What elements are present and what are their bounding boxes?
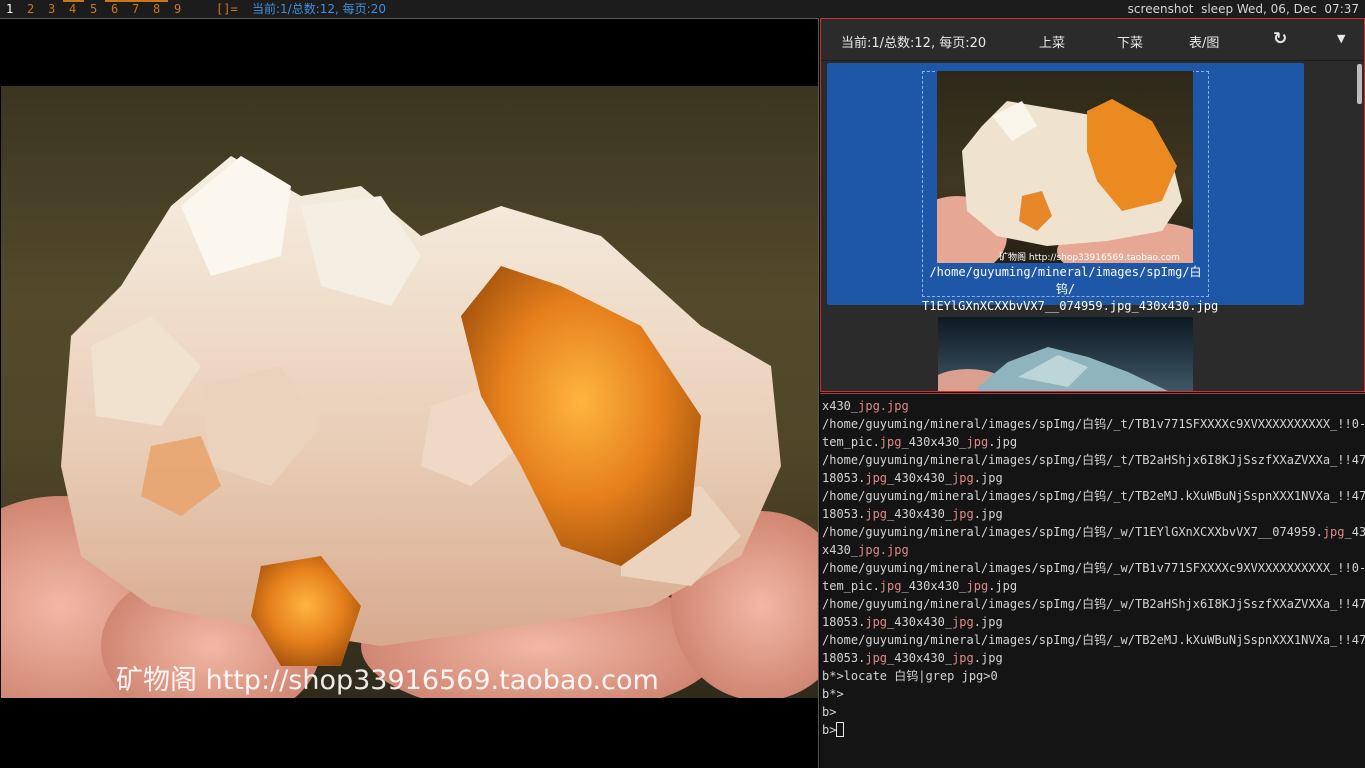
workspace-tag-7[interactable]: 7: [126, 0, 147, 18]
terminal-line: /home/guyuming/mineral/images/spImg/白钨/_…: [822, 415, 1365, 433]
thumbnail-photo: 矿物阁 http://shop33916569.taobao.com: [937, 99, 1193, 263]
terminal-text: 18053.: [822, 615, 866, 629]
terminal-text: x430_: [822, 543, 859, 557]
terminal-text: _430x430_jpg.jpg: [901, 435, 1018, 449]
terminal-text: b*>locate 白钨|grep jpg>0: [822, 669, 998, 683]
thumbnail-watermark: 矿物阁 http://shop33916569.taobao.com: [999, 251, 1180, 263]
workspace-tag-3[interactable]: 3: [42, 0, 63, 18]
terminal-text: /home/guyuming/mineral/images/spImg/白钨/_…: [822, 561, 1365, 575]
thumbnail-list[interactable]: 矿物阁 http://shop33916569.taobao.com /home…: [821, 62, 1364, 391]
terminal-text: tem_pic.: [822, 435, 880, 449]
gallery-window[interactable]: 当前:1/总数:12, 每页:20 上菜 下菜 表/图 ↻ ▼ 矿物阁 http…: [820, 18, 1365, 392]
view-toggle-button[interactable]: 表/图: [1189, 32, 1219, 51]
terminal-text: tem_pic.: [822, 579, 880, 593]
terminal-line: tem_pic.jpg_430x430_jpg.jpg: [822, 577, 1365, 595]
terminal-text: _430x430_jpg.jpg: [901, 579, 1018, 593]
grep-match: jpg: [865, 651, 888, 665]
terminal-line: x430_jpg.jpg: [822, 541, 1365, 559]
status-bar: 123456789 []= 当前:1/总数:12, 每页:20 screensh…: [0, 0, 1365, 18]
workspace-tag-9[interactable]: 9: [168, 0, 189, 18]
workspace-tag-8[interactable]: 8: [147, 0, 168, 18]
terminal-text: _430: [1344, 525, 1365, 539]
caption-line-1: /home/guyuming/mineral/images/spImg/白钨/: [929, 265, 1202, 296]
terminal-text: 18053.: [822, 507, 866, 521]
grep-match: jpg.jpg: [858, 399, 909, 413]
terminal-text: 18053.: [822, 651, 866, 665]
text-cursor[interactable]: [836, 722, 845, 737]
terminal-text: _430x430_jpg.jpg: [887, 615, 1003, 629]
mineral-photo: 矿物阁 http://shop33916569.taobao.com: [1, 86, 818, 698]
terminal-text: /home/guyuming/mineral/images/spImg/白钨/_…: [822, 597, 1365, 611]
terminal-text: _430x430_jpg.jpg: [887, 471, 1003, 485]
focused-window-title: 当前:1/总数:12, 每页:20: [252, 2, 386, 16]
terminal-text: b>: [822, 705, 837, 719]
terminal-line: /home/guyuming/mineral/images/spImg/白钨/_…: [822, 523, 1365, 541]
workspace-tag-1[interactable]: 1: [0, 0, 21, 18]
terminal-window[interactable]: x430_jpg.jpg/home/guyuming/mineral/image…: [820, 393, 1365, 768]
thumbnail-item-selected[interactable]: 矿物阁 http://shop33916569.taobao.com /home…: [827, 63, 1304, 313]
layout-indicator[interactable]: []=: [216, 0, 238, 18]
gallery-toolbar: 当前:1/总数:12, 每页:20 上菜 下菜 表/图 ↻ ▼: [821, 19, 1364, 61]
grep-match: jpg.jpg: [858, 543, 909, 557]
thumbnail-item[interactable]: [938, 317, 1193, 391]
next-page-button[interactable]: 下菜: [1117, 32, 1143, 51]
grep-match: jpg: [865, 507, 888, 521]
terminal-line: /home/guyuming/mineral/images/spImg/白钨/_…: [822, 595, 1365, 613]
image-viewer-pane[interactable]: 矿物阁 http://shop33916569.taobao.com: [0, 18, 819, 768]
terminal-line: /home/guyuming/mineral/images/spImg/白钨/_…: [822, 559, 1365, 577]
terminal-text: x430_: [822, 399, 859, 413]
terminal-text: /home/guyuming/mineral/images/spImg/白钨/_…: [822, 417, 1365, 431]
terminal-line: 18053.jpg_430x430_jpg.jpg: [822, 505, 1365, 523]
grep-match: jpg: [879, 579, 902, 593]
thumbnail-image[interactable]: 矿物阁 http://shop33916569.taobao.com: [937, 71, 1193, 263]
terminal-line: 18053.jpg_430x430_jpg.jpg: [822, 613, 1365, 631]
terminal-line: b>: [822, 703, 1365, 721]
thumbnail-photo-2: [938, 347, 1168, 391]
thumbnail-caption: /home/guyuming/mineral/images/spImg/白钨/ …: [922, 264, 1219, 315]
terminal-text: 18053.: [822, 471, 866, 485]
workspace-tag-5[interactable]: 5: [84, 0, 105, 18]
grep-match: jpg: [1322, 525, 1345, 539]
workspace-tag-4[interactable]: 4: [63, 0, 84, 18]
terminal-text: b*>: [822, 687, 844, 701]
scrollbar[interactable]: [1356, 64, 1362, 389]
terminal-line: 18053.jpg_430x430_jpg.jpg: [822, 649, 1365, 667]
terminal-text: /home/guyuming/mineral/images/spImg/白钨/_…: [822, 453, 1365, 467]
terminal-line: /home/guyuming/mineral/images/spImg/白钨/_…: [822, 631, 1365, 649]
terminal-line: x430_jpg.jpg: [822, 397, 1365, 415]
caption-line-2: T1EYlGXnXCXXbvVX7__074959.jpg_430x430.jp…: [922, 299, 1219, 313]
terminal-text: /home/guyuming/mineral/images/spImg/白钨/_…: [822, 525, 1323, 539]
terminal-line: b*>locate 白钨|grep jpg>0: [822, 667, 1365, 685]
refresh-icon[interactable]: ↻: [1273, 29, 1287, 49]
terminal-line: tem_pic.jpg_430x430_jpg.jpg: [822, 433, 1365, 451]
terminal-text: /home/guyuming/mineral/images/spImg/白钨/_…: [822, 633, 1365, 647]
chevron-down-icon[interactable]: ▼: [1337, 32, 1345, 45]
terminal-line: b*>: [822, 685, 1365, 703]
shell-prompt: b>: [822, 723, 837, 737]
terminal-output: x430_jpg.jpg/home/guyuming/mineral/image…: [822, 397, 1365, 739]
terminal-line: 18053.jpg_430x430_jpg.jpg: [822, 469, 1365, 487]
page-status: 当前:1/总数:12, 每页:20: [841, 36, 987, 51]
scrollbar-thumb[interactable]: [1357, 64, 1362, 104]
grep-match: jpg: [879, 435, 902, 449]
terminal-line: /home/guyuming/mineral/images/spImg/白钨/_…: [822, 487, 1365, 505]
watermark-text: 矿物阁 http://shop33916569.taobao.com: [116, 665, 659, 696]
grep-match: jpg: [865, 471, 888, 485]
terminal-text: _430x430_jpg.jpg: [887, 507, 1003, 521]
workspace-tag-2[interactable]: 2: [21, 0, 42, 18]
terminal-prompt-line[interactable]: b>: [822, 721, 1365, 739]
workspace-tag-6[interactable]: 6: [105, 0, 126, 18]
terminal-text: _430x430_jpg.jpg: [887, 651, 1003, 665]
mineral-specimen-image: 矿物阁 http://shop33916569.taobao.com: [1, 156, 818, 698]
prev-page-button[interactable]: 上菜: [1039, 32, 1065, 51]
terminal-text: /home/guyuming/mineral/images/spImg/白钨/_…: [822, 489, 1365, 503]
grep-match: jpg: [865, 615, 888, 629]
terminal-line: /home/guyuming/mineral/images/spImg/白钨/_…: [822, 451, 1365, 469]
system-status-text: screenshot sleep Wed, 06, Dec 07:37: [1127, 2, 1359, 16]
